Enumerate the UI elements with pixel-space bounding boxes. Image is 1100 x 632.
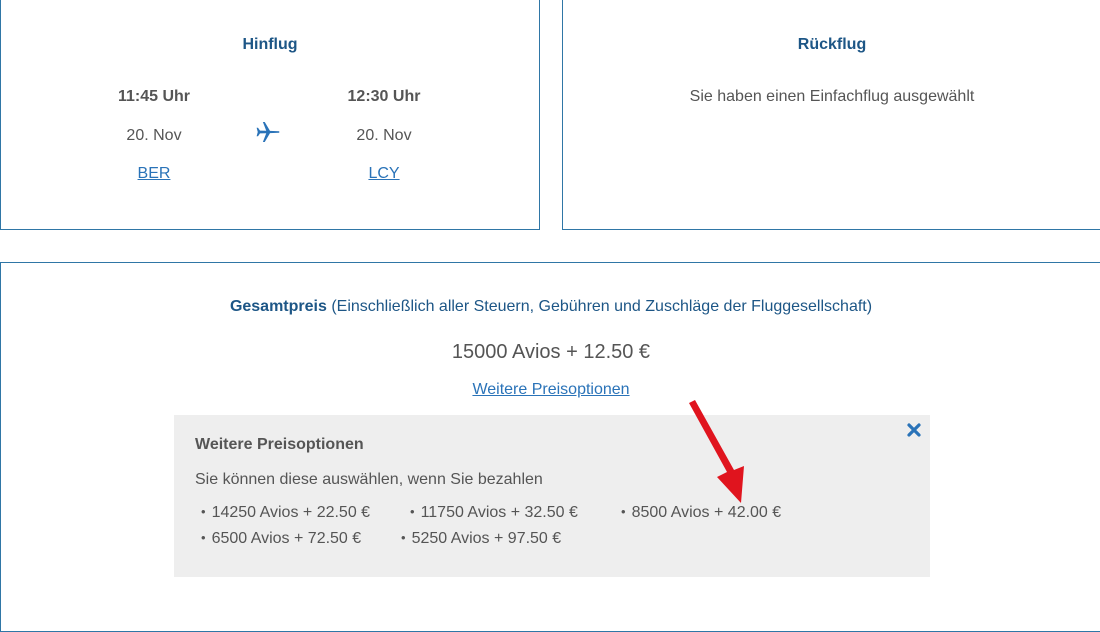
price-options-panel: Weitere Preisoptionen Sie können diese a… — [174, 415, 930, 577]
departure-time: 11:45 Uhr — [117, 88, 191, 105]
price-option-item: 5250 Avios + 97.50 € — [401, 530, 562, 548]
arrival-date: 20. Nov — [356, 127, 412, 144]
return-title: Rückflug — [797, 36, 867, 53]
arrival-time: 12:30 Uhr — [347, 88, 421, 105]
total-price-label: Gesamtpreis — [229, 298, 327, 315]
outbound-flight-card: Hinflug 11:45 Uhr 12:30 Uhr 20. Nov 20. … — [0, 0, 540, 230]
total-price-card: Gesamtpreis (Einschließlich aller Steuer… — [0, 262, 1100, 632]
price-option-item: 14250 Avios + 22.50 € — [201, 504, 371, 522]
total-price-amount: 15000 Avios + 12.50 € — [451, 341, 651, 363]
departure-airport-link[interactable]: BER — [84, 165, 224, 183]
arrival-airport-link[interactable]: LCY — [314, 165, 454, 183]
total-price-note: (Einschließlich aller Steuern, Gebühren … — [331, 298, 873, 315]
outbound-title: Hinflug — [242, 36, 298, 53]
annotation-arrow-icon — [689, 400, 744, 503]
airplane-icon — [256, 122, 280, 142]
price-option-item: 8500 Avios + 42.00 € — [621, 504, 782, 522]
total-price-heading: Gesamtpreis (Einschließlich aller Steuer… — [1, 298, 1100, 316]
return-flight-card: Rückflug Sie haben einen Einfachflug aus… — [562, 0, 1100, 230]
departure-date: 20. Nov — [126, 127, 182, 144]
price-options-title: Weitere Preisoptionen — [195, 436, 364, 453]
close-icon[interactable] — [906, 422, 922, 438]
more-price-options-link[interactable]: Weitere Preisoptionen — [1, 381, 1100, 399]
price-option-item: 11750 Avios + 32.50 € — [410, 504, 578, 522]
price-option-item: 6500 Avios + 72.50 € — [201, 530, 362, 548]
price-options-subtitle: Sie können diese auswählen, wenn Sie bez… — [195, 471, 543, 488]
one-way-message: Sie haben einen Einfachflug ausgewählt — [689, 88, 975, 105]
